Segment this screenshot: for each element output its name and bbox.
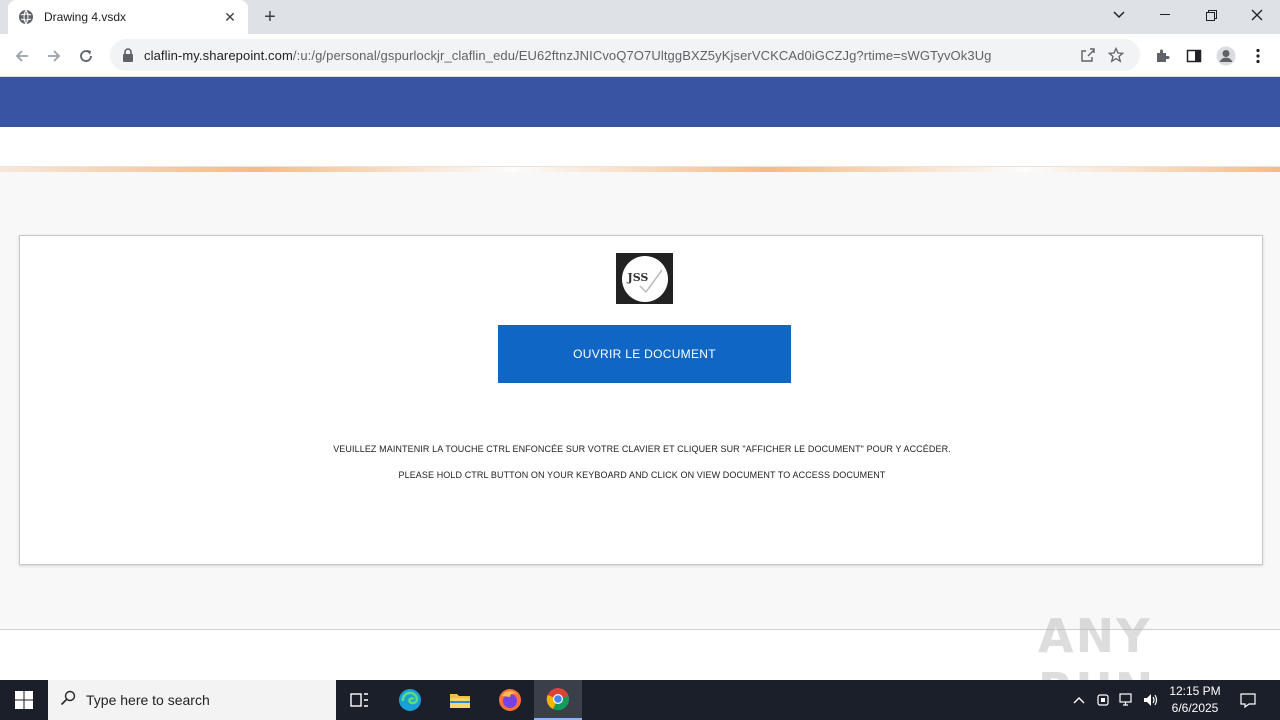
- tab-close-icon[interactable]: ✕: [222, 9, 238, 25]
- header-bar: [0, 77, 1280, 127]
- watermark-logo: ANY RUN: [1038, 609, 1153, 680]
- address-bar[interactable]: claflin-my.sharepoint.com/:u:/g/personal…: [110, 39, 1140, 71]
- network-icon[interactable]: [1116, 680, 1138, 720]
- clock-date: 6/6/2025: [1171, 701, 1219, 715]
- forward-arrow-icon[interactable]: [40, 42, 68, 70]
- tray-chevron-up-icon[interactable]: [1068, 680, 1090, 720]
- meet-now-icon[interactable]: [1092, 680, 1114, 720]
- reload-icon[interactable]: [72, 42, 100, 70]
- restore-button[interactable]: [1188, 0, 1234, 30]
- open-document-button[interactable]: OUVRIR LE DOCUMENT: [498, 325, 791, 383]
- clock-time: 12:15 PM: [1169, 684, 1221, 698]
- windows-taskbar: Type here to search 12:15 PM 6/6/2025: [0, 680, 1280, 720]
- browser-tab[interactable]: Drawing 4.vsdx ✕: [8, 0, 248, 34]
- tab-title: Drawing 4.vsdx: [44, 10, 127, 24]
- accent-line: [0, 167, 1280, 172]
- document-card: JSS OUVRIR LE DOCUMENT VEUILLEZ MAINTENI…: [19, 235, 1263, 565]
- instruction-english: PLEASE HOLD CTRL BUTTON ON YOUR KEYBOARD…: [398, 470, 886, 480]
- share-icon[interactable]: [1074, 41, 1102, 69]
- search-placeholder: Type here to search: [86, 692, 210, 708]
- header-band: [0, 127, 1280, 167]
- instruction-french: VEUILLEZ MAINTENIR LA TOUCHE CTRL ENFONC…: [333, 444, 951, 454]
- chrome-icon[interactable]: [534, 680, 582, 720]
- minimize-button[interactable]: [1142, 0, 1188, 30]
- windows-start-icon[interactable]: [0, 680, 48, 720]
- close-window-button[interactable]: [1234, 0, 1280, 30]
- web-page: JSS OUVRIR LE DOCUMENT VEUILLEZ MAINTENI…: [0, 77, 1280, 680]
- browser-tab-strip: Drawing 4.vsdx ✕ +: [0, 0, 1280, 34]
- extensions-puzzle-icon[interactable]: [1148, 42, 1176, 70]
- globe-icon: [18, 9, 34, 25]
- lock-icon[interactable]: [120, 47, 136, 63]
- side-panel-icon[interactable]: [1180, 42, 1208, 70]
- taskbar-clock[interactable]: 12:15 PM 6/6/2025: [1160, 683, 1230, 717]
- url-text: claflin-my.sharepoint.com/:u:/g/personal…: [144, 48, 1074, 63]
- task-view-icon[interactable]: [336, 680, 384, 720]
- search-icon: [60, 690, 76, 711]
- edge-browser-icon[interactable]: [386, 680, 434, 720]
- taskbar-search-box[interactable]: Type here to search: [48, 680, 336, 720]
- notification-icon[interactable]: [1234, 680, 1262, 720]
- kebab-menu-icon[interactable]: [1244, 42, 1272, 70]
- profile-avatar-icon[interactable]: [1212, 42, 1240, 70]
- url-path: /:u:/g/personal/gspurlockjr_claflin_edu/…: [292, 47, 992, 63]
- firefox-icon[interactable]: [486, 680, 534, 720]
- company-logo: JSS: [616, 253, 673, 304]
- file-explorer-icon[interactable]: [436, 680, 484, 720]
- logo-seal: JSS: [621, 255, 668, 302]
- new-tab-button[interactable]: +: [258, 5, 282, 29]
- bookmark-star-icon[interactable]: [1102, 41, 1130, 69]
- tab-search-chevron-icon[interactable]: [1096, 0, 1142, 30]
- url-host: claflin-my.sharepoint.com: [144, 47, 293, 63]
- browser-toolbar: claflin-my.sharepoint.com/:u:/g/personal…: [0, 34, 1280, 77]
- volume-icon[interactable]: [1140, 680, 1162, 720]
- back-arrow-icon[interactable]: [8, 42, 36, 70]
